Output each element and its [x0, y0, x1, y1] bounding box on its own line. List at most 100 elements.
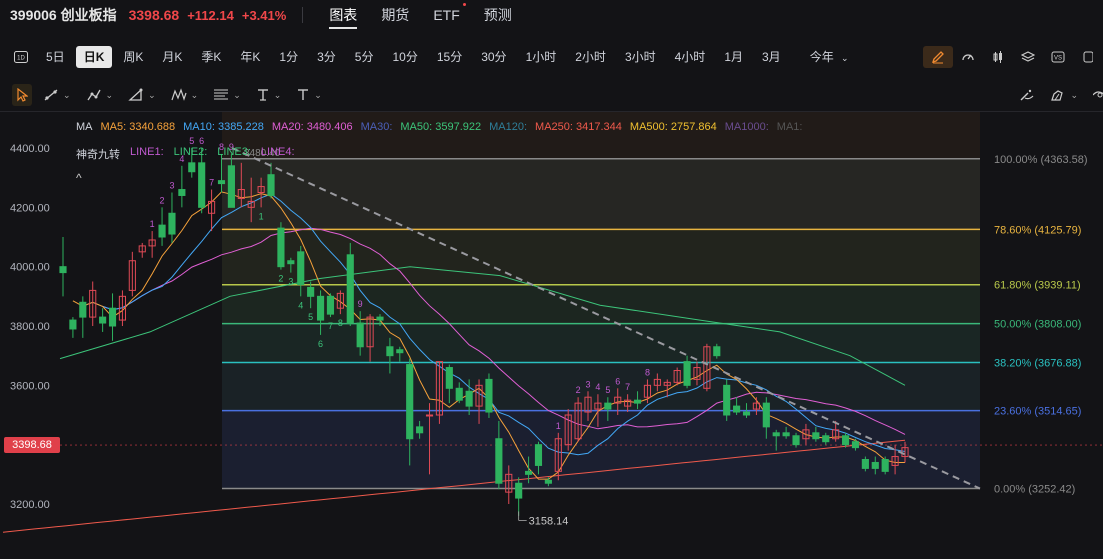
pen-icon[interactable] [923, 46, 953, 68]
1d-icon[interactable]: 1D [10, 46, 32, 68]
nine-legend-item[interactable]: LINE3: [217, 146, 251, 162]
nav-tab-futures[interactable]: 期货 [369, 0, 421, 30]
ma-legend-item[interactable]: MA1: [777, 121, 803, 133]
ma-legend-item[interactable]: MA250: 3417.344 [535, 121, 622, 133]
fib-level-label: 0.00% (3252.42) [994, 483, 1075, 495]
period-button[interactable]: 1月 [716, 46, 751, 68]
nav-tab-forecast[interactable]: 预测 [472, 0, 524, 30]
fib-level-label: 23.60% (3514.65) [994, 406, 1081, 418]
nine-legend-item[interactable]: LINE2: [174, 146, 208, 162]
cursor-icon [17, 88, 28, 102]
ma-legend-item[interactable]: MA1000: [725, 121, 769, 133]
y-axis-tick: 3800.00 [10, 321, 50, 333]
price-chart[interactable]: 100.00% (4363.58) 78.60% (4125.79) 61.80% … [0, 112, 1103, 559]
triangle-tool[interactable]: ⌄ [124, 84, 160, 106]
magic-tool[interactable] [1015, 84, 1039, 106]
extra-icon[interactable] [1073, 46, 1103, 68]
period-button[interactable]: 1小时 [518, 46, 565, 68]
fib-zone [222, 284, 980, 324]
nine-legend-item[interactable]: LINE4: [261, 146, 295, 162]
nine-legend-item[interactable]: LINE1: [130, 146, 164, 162]
nine-turn-label: 8 [338, 318, 343, 328]
period-button[interactable]: 3月 [754, 46, 789, 68]
chevron-down-icon: ⌄ [314, 89, 322, 100]
layers-icon[interactable] [1013, 46, 1043, 68]
notification-dot [462, 3, 466, 6]
candle-body [168, 212, 176, 235]
ma-legend-item[interactable]: MA5: 3340.688 [101, 121, 176, 133]
nav-tab-etf[interactable]: ETF [421, 0, 471, 30]
candles-icon[interactable] [983, 46, 1013, 68]
svg-text:VS: VS [1054, 56, 1062, 62]
period-button[interactable]: 5日 [38, 46, 73, 68]
cursor-tool[interactable] [12, 84, 32, 106]
chevron-down-icon: ⌄ [233, 89, 241, 100]
nav-tab-chart[interactable]: 图表 [317, 0, 369, 30]
period-button[interactable]: 3分 [309, 46, 344, 68]
candle-body [861, 459, 869, 469]
y-axis-tick: 4400.00 [10, 143, 50, 155]
period-toolbar: 1D 5日 日K 周K 月K 季K 年K 1分 3分 5分 10分 15分 30分 1小时 2小时 3小时 4… [0, 44, 1103, 70]
eye-tool[interactable] [1089, 84, 1103, 106]
nine-turn-label: 7 [328, 321, 333, 331]
period-button[interactable]: 15分 [429, 46, 470, 68]
nine-turn-label: 2 [576, 385, 581, 395]
vs-icon[interactable]: VS [1043, 46, 1073, 68]
chevron-down-icon: ⌄ [841, 53, 849, 63]
period-button[interactable]: 5分 [347, 46, 382, 68]
magic-icon [1020, 89, 1034, 101]
candle-body [812, 432, 820, 440]
ma-legend-item[interactable]: MA20: 3480.406 [272, 121, 353, 133]
ma-legend-item[interactable]: MA [76, 121, 93, 133]
period-button[interactable]: 1分 [271, 46, 306, 68]
pattern-tool[interactable]: ⌄ [167, 84, 203, 106]
text-style-icon [298, 89, 309, 100]
symbol-name[interactable]: 399006 创业板指 [10, 5, 117, 25]
candle-body [396, 349, 404, 354]
candle-body [406, 364, 414, 440]
period-button[interactable]: 年K [232, 46, 268, 68]
line-tool[interactable]: ⌄ [39, 84, 75, 106]
candle-body [227, 165, 235, 208]
period-button[interactable]: 周K [115, 46, 151, 68]
text-tool[interactable]: ⌄ [252, 84, 286, 106]
period-button[interactable]: 4小时 [667, 46, 714, 68]
period-button[interactable]: 3小时 [617, 46, 664, 68]
gauge-icon[interactable] [953, 46, 983, 68]
candle-body [386, 346, 394, 357]
text-icon [257, 89, 268, 101]
period-button[interactable]: 2小时 [567, 46, 614, 68]
ma-legend-item[interactable]: MA50: 3597.922 [400, 121, 481, 133]
candle-body [683, 361, 691, 386]
candle-body [871, 461, 879, 469]
period-button[interactable]: 30分 [473, 46, 514, 68]
fib-tool[interactable]: ⌄ [209, 84, 245, 106]
legend-collapse-icon[interactable]: ^ [76, 171, 82, 185]
brush-tool[interactable]: ⌄ [82, 84, 118, 106]
text-style-tool[interactable]: ⌄ [292, 84, 326, 106]
candle-body [822, 435, 830, 443]
period-button[interactable]: 季K [193, 46, 229, 68]
period-button[interactable]: 日K [75, 46, 113, 68]
period-button[interactable]: 月K [154, 46, 190, 68]
range-select[interactable]: 今年 ⌄ [802, 46, 857, 68]
ma-legend-item[interactable]: MA30: [361, 121, 393, 133]
ma-legend-item[interactable]: MA120: [489, 121, 527, 133]
candle-body [188, 162, 196, 173]
alert-tool[interactable]: ⌄ [1046, 84, 1082, 106]
nine-legend-item[interactable]: 神奇九转 [76, 146, 120, 162]
period-button[interactable]: 10分 [384, 46, 425, 68]
nine-turn-label: 1 [556, 421, 561, 431]
y-axis-tick: 4000.00 [10, 262, 50, 274]
ma-legend-item[interactable]: MA500: 2757.864 [630, 121, 717, 133]
candle-body [525, 470, 533, 475]
candle-body [772, 432, 780, 437]
chevron-down-icon: ⌄ [105, 89, 114, 100]
period-list: 5日 日K 周K 月K 季K 年K 1分 3分 5分 10分 15分 30分 1小时 2小时 3小时 4小时 1… [38, 46, 792, 68]
nine-turn-label: 6 [615, 376, 620, 386]
fib-zone [222, 158, 980, 230]
nine-turn-label: 3 [586, 379, 591, 389]
ma-legend-item[interactable]: MA10: 3385.228 [183, 121, 264, 133]
candle-body [416, 426, 424, 434]
top-header: 399006 创业板指 3398.68 +112.14 +3.41% 图表 期货… [0, 0, 1103, 30]
